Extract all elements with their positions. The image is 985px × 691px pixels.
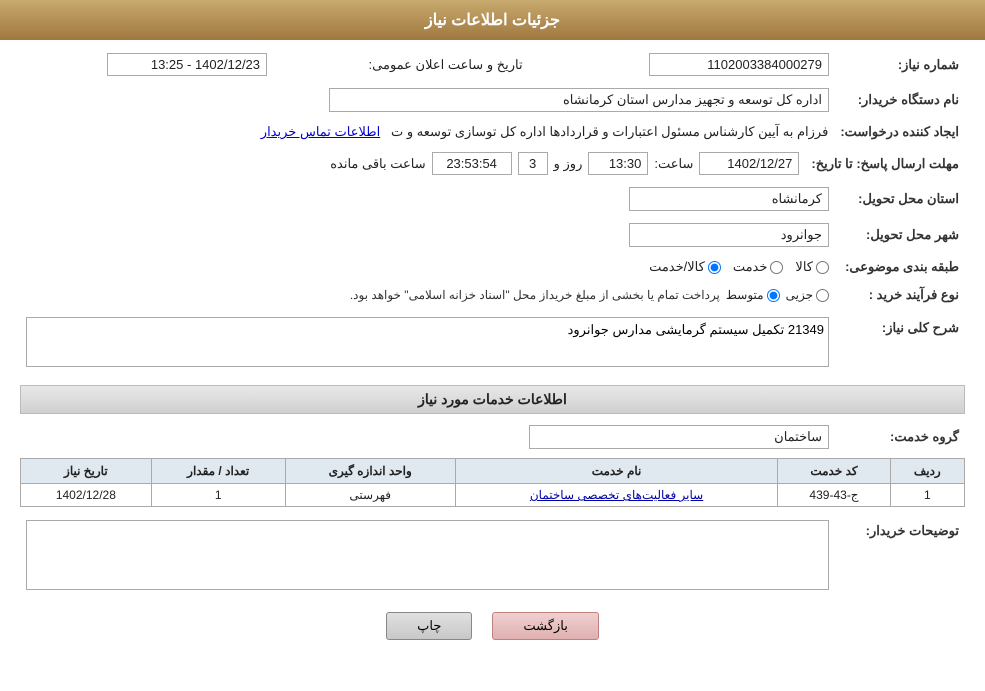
radio-motavasset[interactable]: متوسط bbox=[726, 288, 780, 302]
gorohe-khadamat-label: گروه خدمت: bbox=[835, 422, 965, 452]
tabaqe-label: طبقه بندی موضوعی: bbox=[835, 256, 965, 278]
shahr-label: شهر محل تحویل: bbox=[835, 220, 965, 250]
cell-radif: 1 bbox=[890, 484, 964, 507]
noue-farayand-label: نوع فرآیند خرید : bbox=[835, 284, 965, 306]
page-title: جزئیات اطلاعات نیاز bbox=[0, 0, 985, 40]
mohlat-saat-label: ساعت: bbox=[654, 156, 693, 172]
radio-kala[interactable]: کالا bbox=[795, 259, 829, 275]
shomara-niaz-value: 1102003384000279 bbox=[649, 53, 829, 76]
cell-tedad: 1 bbox=[151, 484, 285, 507]
nam-dastgah-label: نام دستگاه خریدار: bbox=[835, 85, 965, 115]
ijad-konande-link[interactable]: اطلاعات تماس خریدار bbox=[261, 124, 380, 139]
radio-khadamat-input[interactable] bbox=[770, 261, 783, 274]
tarikh-saat-value: 1402/12/23 - 13:25 bbox=[107, 53, 267, 76]
ostan-value: کرمانشاه bbox=[629, 187, 829, 211]
print-button[interactable]: چاپ bbox=[386, 612, 472, 640]
back-button[interactable]: بازگشت bbox=[492, 612, 598, 640]
table-row: 1 ج-43-439 سایر فعالیت‌های تخصصی ساختمان… bbox=[21, 484, 965, 507]
mohlat-roz-label: روز و bbox=[554, 156, 583, 172]
radio-jozyi[interactable]: جزیی bbox=[786, 288, 829, 302]
radio-jozyi-input[interactable] bbox=[816, 289, 829, 302]
cell-vahed: فهرستی bbox=[285, 484, 455, 507]
tozihat-value[interactable] bbox=[26, 520, 829, 590]
noue-desc: پرداخت تمام یا بخشی از مبلغ خریداز محل "… bbox=[350, 288, 720, 302]
cell-kod: ج-43-439 bbox=[778, 484, 890, 507]
radio-khadamat[interactable]: خدمت bbox=[733, 259, 784, 275]
gorohe-khadamat-value: ساختمان bbox=[529, 425, 829, 449]
radio-kala-khadamat-label: کالا/خدمت bbox=[649, 259, 705, 275]
cell-tarikh: 1402/12/28 bbox=[21, 484, 152, 507]
radio-khadamat-label: خدمت bbox=[733, 259, 768, 275]
mohlat-countdown-value: 23:53:54 bbox=[432, 152, 512, 175]
tarikh-saat-label: تاریخ و ساعت اعلان عمومی: bbox=[273, 50, 553, 79]
col-radif: ردیف bbox=[890, 459, 964, 484]
col-tarikh: تاریخ نیاز bbox=[21, 459, 152, 484]
radio-kala-input[interactable] bbox=[816, 261, 829, 274]
col-tedad: تعداد / مقدار bbox=[151, 459, 285, 484]
services-table: ردیف کد خدمت نام خدمت واحد اندازه گیری ت… bbox=[20, 458, 965, 507]
mohlat-roz-value: 3 bbox=[518, 152, 548, 175]
shomara-niaz-label: شماره نیاز: bbox=[835, 50, 965, 79]
shahr-value: جوانرود bbox=[629, 223, 829, 247]
tozihat-label: توضیحات خریدار: bbox=[835, 517, 965, 596]
radio-motavasset-input[interactable] bbox=[767, 289, 780, 302]
button-row: بازگشت چاپ bbox=[20, 612, 965, 640]
ostan-label: استان محل تحویل: bbox=[835, 184, 965, 214]
radio-kala-khadamat-input[interactable] bbox=[708, 261, 721, 274]
radio-jozyi-label: جزیی bbox=[786, 288, 813, 302]
mohlat-label: مهلت ارسال پاسخ: تا تاریخ: bbox=[805, 149, 965, 178]
nam-dastgah-value: اداره کل توسعه و تجهیز مدارس استان کرمان… bbox=[329, 88, 829, 112]
radio-kala-khadamat[interactable]: کالا/خدمت bbox=[649, 259, 721, 275]
mohlat-saat-value: 13:30 bbox=[588, 152, 648, 175]
col-nam: نام خدمت bbox=[455, 459, 778, 484]
mohlat-baqi-label: ساعت باقی مانده bbox=[330, 156, 425, 172]
mohlat-date-value: 1402/12/27 bbox=[699, 152, 799, 175]
ijad-konande-value: فرزام به آیین کارشناس مسئول اعتبارات و ق… bbox=[391, 124, 828, 139]
col-kod: کد خدمت bbox=[778, 459, 890, 484]
cell-nam: سایر فعالیت‌های تخصصی ساختمان bbox=[455, 484, 778, 507]
services-section-title: اطلاعات خدمات مورد نیاز bbox=[20, 385, 965, 414]
radio-kala-label: کالا bbox=[795, 259, 813, 275]
sharh-value[interactable] bbox=[26, 317, 829, 367]
ijad-konande-label: ایجاد کننده درخواست: bbox=[834, 121, 965, 143]
col-vahed: واحد اندازه گیری bbox=[285, 459, 455, 484]
radio-motavasset-label: متوسط bbox=[726, 288, 764, 302]
sharh-label: شرح کلی نیاز: bbox=[835, 314, 965, 373]
